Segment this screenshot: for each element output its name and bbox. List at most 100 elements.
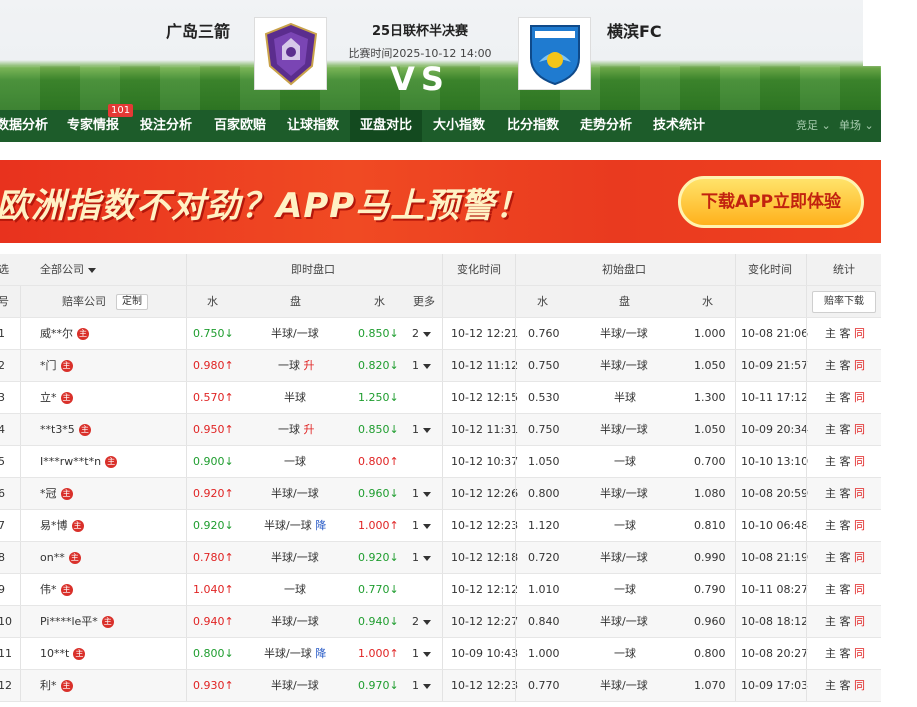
- table-row[interactable]: 1 威**尔主 0.750↓ 半球/一球 0.850↓ 2 10-12 12:21 0.760…: [0, 318, 881, 350]
- divider: [442, 510, 443, 541]
- stat-away-link[interactable]: 客: [840, 327, 851, 340]
- more-dropdown[interactable]: 1: [412, 478, 431, 510]
- home-team-name[interactable]: 广岛三箭: [166, 18, 230, 42]
- stat-away-link[interactable]: 客: [840, 551, 851, 564]
- company-cell[interactable]: *冠主: [40, 478, 73, 510]
- initial-water-1-cell: 0.770: [528, 670, 560, 702]
- company-cell[interactable]: 易*博主: [40, 510, 84, 542]
- more-dropdown[interactable]: 1: [412, 414, 431, 446]
- company-cell[interactable]: I***rw**t*n 主: [40, 446, 118, 478]
- initial-water-1: 0.840: [528, 615, 560, 628]
- table-row[interactable]: 6 *冠主 0.920↑ 半球/一球 0.960↓ 1 10-12 12:26 0.800 半球…: [0, 478, 881, 510]
- more-dropdown[interactable]: 1: [412, 638, 431, 670]
- more-dropdown[interactable]: 1: [412, 670, 431, 702]
- stat-away-link[interactable]: 客: [840, 423, 851, 436]
- company-filter-dropdown[interactable]: 全部公司: [40, 254, 96, 286]
- table-row[interactable]: 8 on** 主 0.780↑ 半球/一球 0.920↓ 1 10-12 12:18 0.720…: [0, 542, 881, 574]
- nav-tab-over-under[interactable]: 大小指数: [433, 110, 485, 142]
- company-cell[interactable]: 10**t 主: [40, 638, 86, 670]
- stat-home-link[interactable]: 主: [825, 359, 836, 372]
- stat-home-link[interactable]: 主: [825, 423, 836, 436]
- more-dropdown[interactable]: 2: [412, 318, 431, 350]
- stat-same-link[interactable]: 同: [854, 615, 865, 628]
- nav-tab-data-analysis[interactable]: 数据分析: [0, 110, 48, 142]
- table-row[interactable]: 5 I***rw**t*n 主 0.900↓ 一球 0.800↑ 10-12 10:37 1.…: [0, 446, 881, 478]
- stat-same-link[interactable]: 同: [854, 519, 865, 532]
- odds-download-button[interactable]: 赔率下载: [812, 291, 876, 313]
- more-dropdown[interactable]: 1: [412, 542, 431, 574]
- stat-home-link[interactable]: 主: [825, 551, 836, 564]
- company-cell[interactable]: Pi****le平* 主: [40, 606, 114, 638]
- company-cell[interactable]: 利* 主: [40, 670, 73, 702]
- stat-same-link[interactable]: 同: [854, 551, 865, 564]
- stat-same-link[interactable]: 同: [854, 679, 865, 692]
- stat-away-link[interactable]: 客: [840, 679, 851, 692]
- stat-home-link[interactable]: 主: [825, 391, 836, 404]
- nav-danchang-dropdown[interactable]: 单场 ⌄: [839, 110, 874, 142]
- table-row[interactable]: 7 易*博主 0.920↓ 半球/一球 降 1.000↑ 1 10-12 12:23 1.12…: [0, 510, 881, 542]
- nav-tab-asian-handicap[interactable]: 亚盘对比: [350, 110, 423, 142]
- stat-same-link[interactable]: 同: [854, 359, 865, 372]
- stat-away-link[interactable]: 客: [840, 359, 851, 372]
- nav-jingzu-dropdown[interactable]: 竞足 ⌄: [796, 110, 831, 142]
- company-cell[interactable]: 威**尔主: [40, 318, 89, 350]
- more-dropdown[interactable]: 1: [412, 350, 431, 382]
- stat-same-link[interactable]: 同: [854, 327, 865, 340]
- initial-water-1: 1.000: [528, 647, 560, 660]
- more-dropdown[interactable]: 2: [412, 606, 431, 638]
- company-cell[interactable]: *门主: [40, 350, 73, 382]
- stat-same-link[interactable]: 同: [854, 487, 865, 500]
- stat-home-link[interactable]: 主: [825, 647, 836, 660]
- stat-away-link[interactable]: 客: [840, 615, 851, 628]
- table-row[interactable]: 11 10**t 主 0.800↓ 半球/一球 降 1.000↑ 1 10-09 10:43 1…: [0, 638, 881, 670]
- stat-away-link[interactable]: 客: [840, 391, 851, 404]
- table-row[interactable]: 9 伟* 主 1.040↑ 一球 0.770↓ 10-12 12:12 1.010 一球 0.79…: [0, 574, 881, 606]
- table-row[interactable]: 2 *门主 0.980↑ 一球 升 0.820↓ 1 10-12 11:12 0.750 半球/…: [0, 350, 881, 382]
- table-row[interactable]: 12 利* 主 0.930↑ 半球/一球 0.970↓ 1 10-12 12:23 0.770 半…: [0, 670, 881, 702]
- stat-home-link[interactable]: 主: [825, 615, 836, 628]
- table-row[interactable]: 3 立* 主 0.570↑ 半球 1.250↓ 10-12 12:15 0.530 半球 1.30…: [0, 382, 881, 414]
- company-cell[interactable]: 立* 主: [40, 382, 73, 414]
- divider: [442, 638, 443, 669]
- initial-change-time-cell: 10-09 17:03: [741, 670, 808, 702]
- divider: [515, 510, 516, 541]
- stat-same-link[interactable]: 同: [854, 423, 865, 436]
- nav-tab-euro-odds[interactable]: 百家欧赔: [214, 110, 266, 142]
- nav-tab-tech-stats[interactable]: 技术统计: [653, 110, 705, 142]
- stat-home-link[interactable]: 主: [825, 679, 836, 692]
- table-row[interactable]: 10 Pi****le平* 主 0.940↑ 半球/一球 0.940↓ 2 10-12 12:…: [0, 606, 881, 638]
- live-water-1: 0.930↑: [193, 679, 234, 692]
- company-name: I***rw**t*n: [40, 455, 102, 468]
- away-team-name[interactable]: 横滨FC: [607, 18, 662, 42]
- stat-away-link[interactable]: 客: [840, 487, 851, 500]
- table-row[interactable]: 4 **t3*5 主 0.950↑ 一球 升 0.850↓ 1 10-12 11:31 0.75…: [0, 414, 881, 446]
- live-water-2: 0.960↓: [358, 487, 399, 500]
- stat-home-link[interactable]: 主: [825, 455, 836, 468]
- more-dropdown[interactable]: 1: [412, 510, 431, 542]
- nav-tab-trend-analysis[interactable]: 走势分析: [580, 110, 632, 142]
- stat-home-link[interactable]: 主: [825, 327, 836, 340]
- company-cell[interactable]: on** 主: [40, 542, 81, 574]
- header-initial-water-1: 水: [537, 295, 548, 308]
- customize-button[interactable]: 定制: [116, 286, 148, 318]
- stat-same-link[interactable]: 同: [854, 583, 865, 596]
- stat-away-link[interactable]: 客: [840, 519, 851, 532]
- nav-tab-handicap-index[interactable]: 让球指数: [287, 110, 339, 142]
- company-cell[interactable]: **t3*5 主: [40, 414, 91, 446]
- initial-water-1: 0.760: [528, 327, 560, 340]
- company-cell[interactable]: 伟* 主: [40, 574, 73, 606]
- home-team-logo[interactable]: [254, 17, 327, 90]
- stat-same-link[interactable]: 同: [854, 391, 865, 404]
- stat-home-link[interactable]: 主: [825, 519, 836, 532]
- stat-same-link[interactable]: 同: [854, 455, 865, 468]
- download-app-button[interactable]: 下载APP立即体验: [678, 176, 864, 228]
- stat-same-link[interactable]: 同: [854, 647, 865, 660]
- stat-away-link[interactable]: 客: [840, 583, 851, 596]
- stat-home-link[interactable]: 主: [825, 583, 836, 596]
- nav-tab-betting-analysis[interactable]: 投注分析: [140, 110, 192, 142]
- stat-away-link[interactable]: 客: [840, 647, 851, 660]
- stat-away-link[interactable]: 客: [840, 455, 851, 468]
- nav-tab-score-index[interactable]: 比分指数: [507, 110, 559, 142]
- away-team-logo[interactable]: [518, 17, 591, 90]
- stat-home-link[interactable]: 主: [825, 487, 836, 500]
